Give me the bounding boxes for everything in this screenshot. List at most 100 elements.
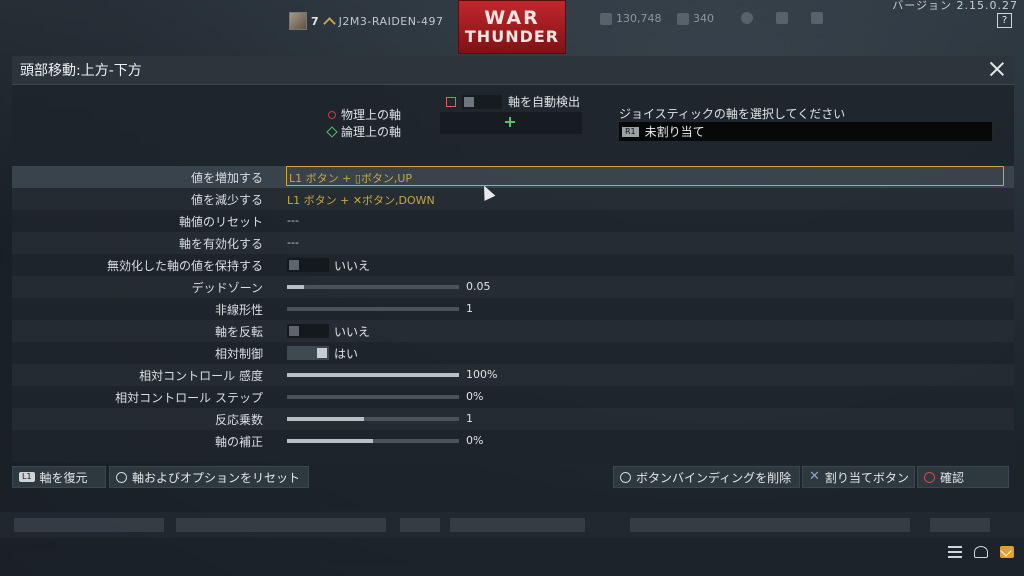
toggle-knob: [317, 348, 327, 358]
slider-value: 1: [466, 412, 473, 425]
binding-field-selected[interactable]: L1 ボタン + ▯ボタン,UP: [286, 166, 1004, 186]
profile-icon-btn[interactable]: [776, 12, 788, 24]
slider-fill: [287, 373, 459, 377]
close-icon[interactable]: [988, 60, 1006, 78]
slider-value: 1: [466, 302, 473, 315]
dialog-title: 頭部移動:上方-下方: [20, 63, 142, 79]
slider-track[interactable]: [287, 307, 459, 311]
auto-detect-label: 軸を自動検出: [508, 95, 581, 109]
toggle-switch[interactable]: [287, 346, 329, 360]
toggle-value: はい: [334, 347, 359, 361]
setting-row[interactable]: 反応乗数 1: [12, 408, 1014, 430]
war-thunder-logo: WAR THUNDER: [458, 0, 566, 54]
logo-line1: WAR: [484, 7, 540, 29]
slider-fill: [287, 439, 373, 443]
circle-button-icon: [924, 471, 935, 483]
rank-chevron-icon: [323, 16, 335, 26]
setting-label: 反応乗数: [214, 413, 263, 427]
setting-row[interactable]: 軸を反転 いいえ: [12, 320, 1014, 342]
setting-row[interactable]: 軸値のリセット ---: [12, 210, 1014, 232]
r1-button-icon: R1: [622, 126, 639, 137]
assign-button[interactable]: ✕ 割り当てボタン: [802, 466, 915, 488]
bulb-icon: [741, 12, 753, 24]
joystick-axis-select[interactable]: R1 未割り当て: [619, 122, 992, 141]
binding-value: L1 ボタン + ▯ボタン,UP: [289, 172, 413, 185]
delete-binding-button[interactable]: ボタンバインディングを削除: [613, 466, 800, 488]
tip-icon[interactable]: [741, 12, 753, 24]
binding-value[interactable]: L1 ボタン + ✕ボタン,DOWN: [287, 192, 435, 208]
setting-label: 相対コントロール 感度: [139, 369, 263, 383]
auto-detect-switch[interactable]: [462, 94, 502, 109]
setting-value[interactable]: ---: [287, 236, 299, 249]
setting-row[interactable]: 相対制御 はい: [12, 342, 1014, 364]
dialog-header: 頭部移動:上方-下方: [12, 56, 1014, 85]
setting-label: 軸の補正: [214, 435, 263, 449]
setting-label: 軸を有効化する: [178, 237, 263, 251]
toggle-value: いいえ: [334, 325, 371, 339]
setting-row[interactable]: 値を減少する L1 ボタン + ✕ボタン,DOWN: [12, 188, 1014, 210]
setting-row[interactable]: 軸を有効化する ---: [12, 232, 1014, 254]
assign-label: 割り当てボタン: [824, 470, 909, 485]
version-label: バージョン 2.15.0.27: [892, 0, 1018, 12]
golden-eagles-value: 340: [693, 12, 714, 25]
setting-row[interactable]: 非線形性 1: [12, 298, 1014, 320]
auto-detect-toggle[interactable]: 軸を自動検出: [446, 93, 580, 110]
logical-axis-label: 論理上の軸: [341, 125, 402, 139]
avatar: [289, 12, 307, 30]
player-nickname: J2M3-RAIDEN-497: [338, 14, 444, 28]
joystick-axis-value: 未割り当て: [644, 125, 705, 139]
slider-track[interactable]: [287, 395, 459, 399]
toggle-switch[interactable]: [287, 258, 329, 272]
legend-physical: 物理上の軸: [328, 106, 401, 123]
help-icon[interactable]: ?: [997, 13, 1012, 28]
coupon-icon: [811, 12, 823, 24]
setting-label: 相対制御: [214, 347, 263, 361]
toggle-value: いいえ: [334, 259, 371, 273]
axis-preview: [440, 112, 582, 134]
golden-eagles: 340: [677, 12, 714, 25]
slider-track[interactable]: [287, 417, 459, 421]
toggle-switch[interactable]: [287, 324, 329, 338]
slider-value: 0%: [466, 434, 484, 447]
silver-lions: 130,748: [600, 12, 662, 25]
slider-value: 0%: [466, 390, 484, 403]
restore-axis-button[interactable]: L1 軸を復元: [12, 466, 106, 488]
setting-row[interactable]: 値を増加する L1 ボタン + ▯ボタン,UP: [12, 166, 1014, 188]
squad-icon[interactable]: [974, 546, 988, 558]
setting-value[interactable]: ---: [287, 214, 299, 227]
silver-lions-icon: [600, 12, 612, 25]
reset-axis-options-button[interactable]: 軸およびオプションをリセット: [109, 466, 309, 488]
slider-track[interactable]: [287, 439, 459, 443]
top-bar: 7 J2M3-RAIDEN-497 WAR THUNDER 130,748 34…: [0, 0, 1024, 54]
legend-logical: 論理上の軸: [326, 123, 402, 140]
slider-track[interactable]: [287, 373, 459, 377]
mail-icon[interactable]: [1000, 546, 1014, 558]
confirm-button[interactable]: 確認: [917, 466, 1009, 488]
setting-label: 値を減少する: [190, 193, 263, 207]
cross-button-icon: ✕: [809, 469, 820, 484]
coupon-icon-btn[interactable]: [811, 12, 823, 24]
background-menu-strip: [0, 512, 1024, 538]
confirm-label: 確認: [940, 470, 965, 485]
setting-row[interactable]: 相対コントロール ステップ 0%: [12, 386, 1014, 408]
list-icon[interactable]: [948, 546, 962, 558]
reset-axis-options-label: 軸およびオプションをリセット: [132, 470, 301, 485]
setting-label: 軸を反転: [214, 325, 263, 339]
l1-button-icon: L1: [19, 472, 35, 482]
setting-row[interactable]: 相対コントロール 感度 100%: [12, 364, 1014, 386]
slider-fill: [287, 417, 365, 421]
slider-fill: [287, 285, 305, 289]
toggle-knob: [289, 326, 299, 336]
setting-label: 相対コントロール ステップ: [115, 391, 263, 405]
player-info[interactable]: 7 J2M3-RAIDEN-497: [289, 12, 443, 30]
setting-label: 軸値のリセット: [178, 215, 263, 229]
logo-line2: THUNDER: [464, 27, 560, 46]
setting-row[interactable]: 無効化した軸の値を保持する いいえ: [12, 254, 1014, 276]
setting-row[interactable]: デッドゾーン 0.05: [12, 276, 1014, 298]
slider-track[interactable]: [287, 285, 459, 289]
silver-lions-value: 130,748: [616, 12, 662, 25]
settings-list: 値を増加する L1 ボタン + ▯ボタン,UP 値を減少する L1 ボタン + ✕ボタ…: [12, 166, 1014, 452]
setting-row[interactable]: 軸の補正 0%: [12, 430, 1014, 452]
r3-button-icon: [620, 471, 631, 483]
setting-label: 無効化した軸の値を保持する: [106, 259, 263, 273]
